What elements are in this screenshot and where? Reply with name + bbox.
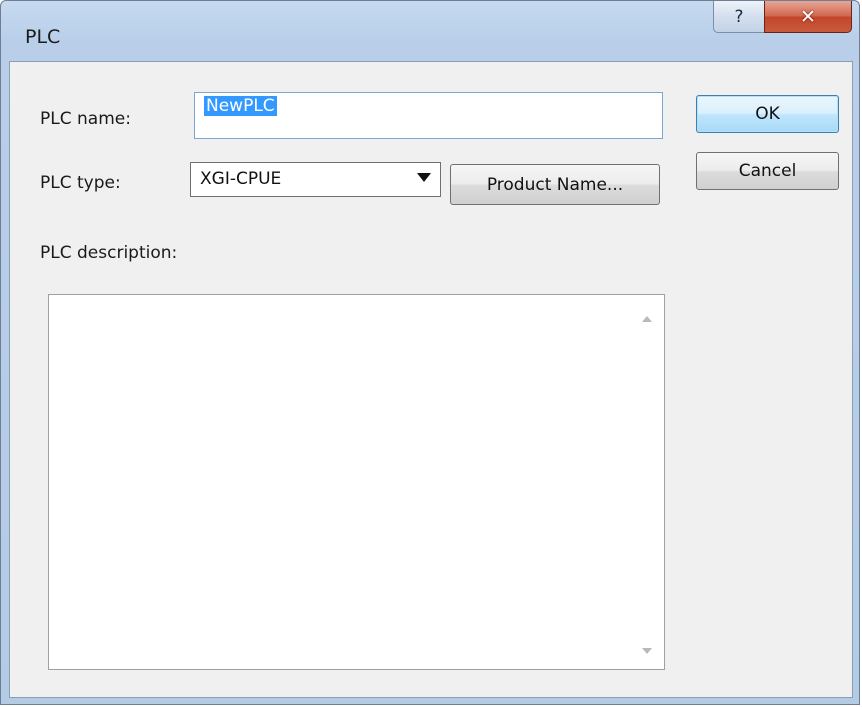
ok-button-label: OK: [755, 104, 780, 124]
product-name-button-label: Product Name...: [486, 174, 624, 195]
cancel-button-label: Cancel: [738, 161, 797, 181]
dialog-body: PLC name: NewPLC PLC type: XGI-CPUE Prod…: [9, 61, 853, 698]
scroll-down-arrow-icon[interactable]: [642, 648, 652, 654]
plc-type-value: XGI-CPUE: [200, 169, 282, 189]
ok-button[interactable]: OK: [696, 95, 839, 133]
plc-description-label: PLC description:: [40, 243, 178, 263]
close-button[interactable]: ✕: [764, 1, 852, 33]
plc-name-label: PLC name:: [40, 109, 131, 129]
plc-name-value[interactable]: NewPLC: [204, 96, 277, 116]
plc-name-field[interactable]: NewPLC: [194, 92, 663, 139]
chevron-down-icon[interactable]: [417, 173, 431, 182]
help-button[interactable]: ?: [713, 1, 765, 33]
plc-description-textarea[interactable]: [48, 294, 665, 670]
plc-type-dropdown[interactable]: XGI-CPUE: [190, 162, 441, 197]
title-bar[interactable]: PLC ? ✕: [1, 1, 859, 61]
cancel-button[interactable]: Cancel: [696, 152, 839, 190]
close-icon: ✕: [800, 5, 816, 28]
product-name-button[interactable]: Product Name...: [450, 164, 660, 205]
plc-dialog: PLC ? ✕ PLC name: NewPLC PLC type: XGI-C…: [0, 0, 860, 705]
plc-type-label: PLC type:: [40, 173, 121, 193]
help-icon: ?: [734, 6, 744, 27]
scroll-up-arrow-icon[interactable]: [642, 316, 652, 322]
window-title: PLC: [25, 26, 61, 48]
